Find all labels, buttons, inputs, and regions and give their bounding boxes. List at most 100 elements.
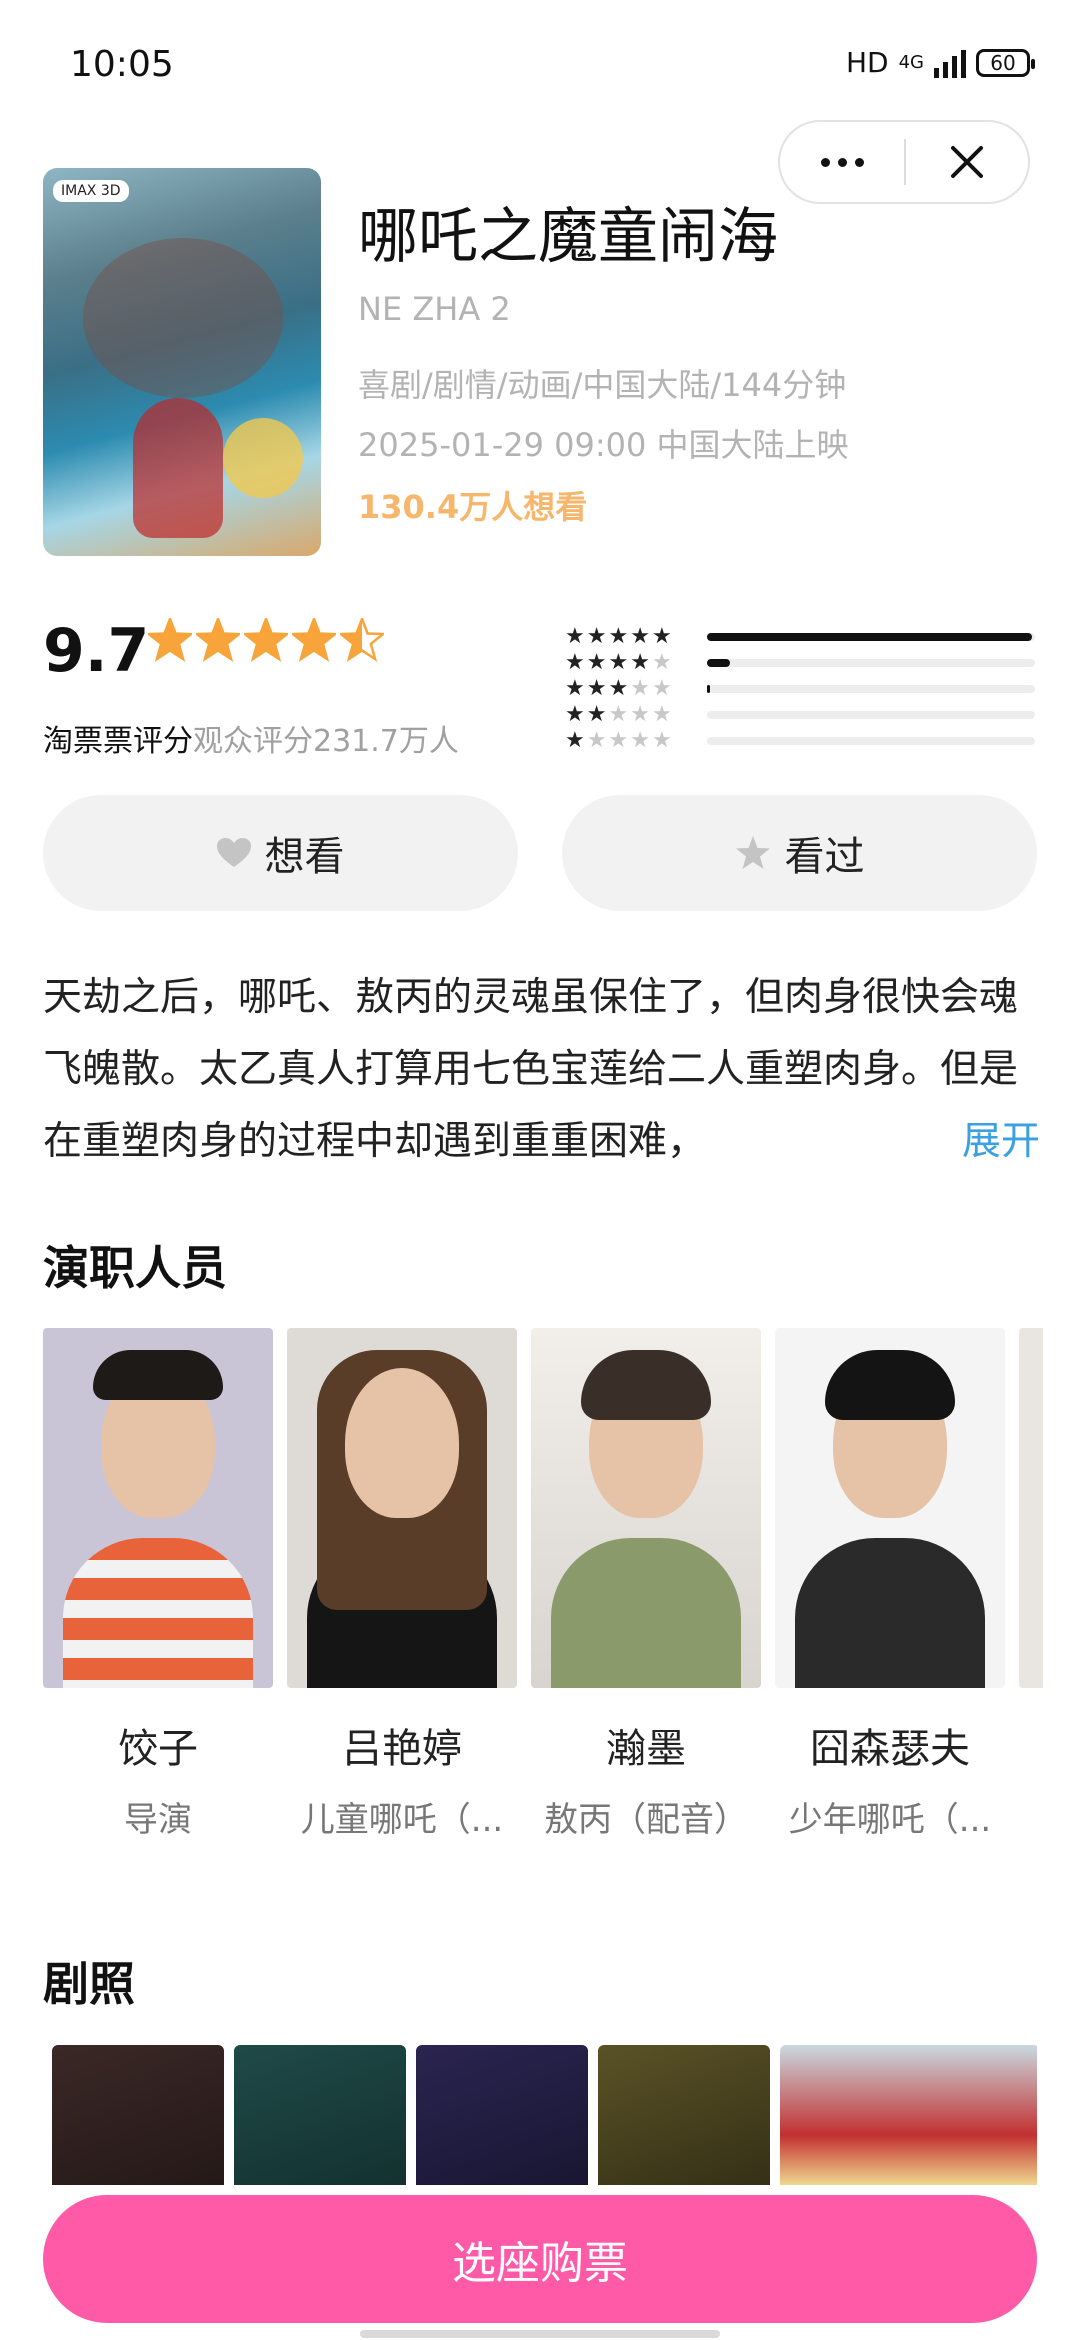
distribution-track xyxy=(707,633,1035,641)
rating-star-icon xyxy=(244,618,288,662)
mini-star-icon: ★ xyxy=(608,624,629,649)
want-count: 130.4万人想看 xyxy=(358,488,588,526)
distribution-stars: ★ ★ ★ ★ ★ xyxy=(565,704,701,726)
cast-photo xyxy=(775,1328,1005,1688)
distribution-track xyxy=(707,737,1035,745)
mini-star-icon: ★ xyxy=(586,624,607,649)
still-image[interactable] xyxy=(598,2045,770,2185)
mini-star-icon: ★ xyxy=(565,676,585,701)
want-button[interactable]: 想看 xyxy=(43,795,518,911)
distribution-stars: ★ ★ ★ ★ ★ xyxy=(565,626,701,648)
mini-star-icon: ★ xyxy=(651,728,672,753)
close-icon xyxy=(950,146,983,178)
cast-photo xyxy=(1019,1328,1043,1688)
distribution-fill xyxy=(707,633,1032,641)
mini-star-icon: ★ xyxy=(630,728,650,753)
distribution-row: ★ ★ ★ ★ ★ xyxy=(565,702,1035,728)
cast-photo xyxy=(43,1328,273,1688)
network-label: 4G xyxy=(898,52,924,73)
poster-art xyxy=(83,238,283,398)
poster-art xyxy=(223,418,303,498)
mini-star-icon: ★ xyxy=(608,728,629,753)
mini-star-icon: ★ xyxy=(608,702,629,727)
signal-icon xyxy=(934,48,966,78)
cast-card[interactable]: 吕艳婷 儿童哪吒（... xyxy=(287,1328,517,1841)
still-image[interactable] xyxy=(52,2045,224,2185)
photo-art xyxy=(551,1538,741,1688)
mini-star-icon: ★ xyxy=(565,650,585,675)
miniapp-capsule xyxy=(778,120,1030,204)
distribution-stars: ★ ★ ★ ★ ★ xyxy=(565,652,701,674)
rating-star-icon xyxy=(148,618,192,662)
stills-heading: 剧照 xyxy=(43,1957,135,2011)
watched-button[interactable]: 看过 xyxy=(562,795,1037,911)
mini-star-icon: ★ xyxy=(608,676,629,701)
photo-art xyxy=(63,1538,253,1688)
distribution-row: ★ ★ ★ ★ ★ xyxy=(565,624,1035,650)
battery-level: 60 xyxy=(990,50,1016,75)
distribution-fill xyxy=(707,685,711,693)
still-image[interactable] xyxy=(780,2045,1037,2185)
cast-name: 瀚墨 xyxy=(606,1726,686,1772)
movie-release: 2025-01-29 09:00 中国大陆上映 xyxy=(358,426,849,464)
more-button[interactable] xyxy=(780,122,904,202)
rating-distribution: ★ ★ ★ ★ ★ ★ ★ ★ ★ ★ ★ ★ ★ ★ ★ ★ ★ ★ ★ ★ ★ ★ ★ ★ ★ xyxy=(565,624,1035,754)
cast-card[interactable]: 瀚墨 敖丙（配音） xyxy=(531,1328,761,1841)
distribution-fill xyxy=(707,659,730,667)
cast-card[interactable]: 饺子 导演 xyxy=(43,1328,273,1841)
cast-list[interactable]: 饺子 导演 吕艳婷 儿童哪吒（... 瀚墨 敖丙（配音） 囧森瑟夫 少年哪吒（.… xyxy=(43,1328,1043,1848)
stills-list[interactable] xyxy=(52,2045,1037,2185)
watched-label: 看过 xyxy=(784,834,865,880)
mini-star-icon: ★ xyxy=(630,650,650,675)
photo-art xyxy=(581,1350,711,1420)
mini-star-icon: ★ xyxy=(651,650,672,675)
mini-star-icon: ★ xyxy=(630,624,650,649)
mini-star-icon: ★ xyxy=(586,650,607,675)
cast-photo xyxy=(531,1328,761,1688)
buy-ticket-button[interactable]: 选座购票 xyxy=(43,2195,1037,2323)
synopsis-text: 天劫之后，哪吒、敖丙的灵魂虽保住了，但肉身很快会魂飞魄散。太乙真人打算用七色宝莲… xyxy=(43,975,1019,1164)
poster-art xyxy=(133,398,223,538)
cast-card[interactable]: 囧森瑟夫 少年哪吒（... xyxy=(775,1328,1005,1841)
mini-star-icon: ★ xyxy=(630,676,650,701)
heart-icon xyxy=(216,838,251,867)
distribution-stars: ★ ★ ★ ★ ★ xyxy=(565,678,701,700)
cast-role: 儿童哪吒（... xyxy=(300,1800,504,1840)
want-label: 想看 xyxy=(264,834,345,880)
hd-indicator: HD xyxy=(845,46,889,79)
mini-star-icon: ★ xyxy=(630,702,650,727)
mini-star-icon: ★ xyxy=(586,702,607,727)
photo-art xyxy=(93,1350,223,1400)
expand-link[interactable]: 展开 xyxy=(936,1106,1041,1178)
cast-role: 少年哪吒（... xyxy=(788,1800,992,1840)
movie-poster[interactable]: IMAX 3D xyxy=(43,168,321,556)
star-icon xyxy=(735,836,770,869)
distribution-row: ★ ★ ★ ★ ★ xyxy=(565,676,1035,702)
photo-art xyxy=(345,1368,459,1518)
more-icon-dot xyxy=(854,157,864,167)
cast-role: 敖丙（配音） xyxy=(544,1800,748,1840)
photo-art xyxy=(825,1350,955,1420)
still-image[interactable] xyxy=(234,2045,406,2185)
rating-star-icon xyxy=(196,618,240,662)
home-indicator xyxy=(360,2330,720,2338)
rating-label: 淘票票评分观众评分231.7万人 xyxy=(43,716,459,760)
rating-audience: 观众评分231.7万人 xyxy=(193,724,459,759)
mini-star-icon: ★ xyxy=(651,624,672,649)
cast-name: 吕艳婷 xyxy=(342,1726,462,1772)
cast-card-partial[interactable] xyxy=(1019,1328,1043,1688)
cast-photo xyxy=(287,1328,517,1688)
imax-badge: IMAX 3D xyxy=(53,180,129,202)
distribution-track xyxy=(707,685,1035,693)
still-image[interactable] xyxy=(416,2045,588,2185)
cast-role: 导演 xyxy=(124,1800,192,1840)
mini-star-icon: ★ xyxy=(565,728,585,753)
rating-source: 淘票票评分 xyxy=(43,724,193,759)
movie-en-title: NE ZHA 2 xyxy=(358,290,511,328)
movie-genres: 喜剧/剧情/动画/中国大陆/144分钟 xyxy=(358,366,847,404)
rating-stars xyxy=(148,618,384,662)
rating-star-icon xyxy=(340,618,384,662)
close-button[interactable] xyxy=(906,122,1028,202)
status-bar: 10:05 HD 4G 60 xyxy=(0,0,1080,130)
distribution-row: ★ ★ ★ ★ ★ xyxy=(565,728,1035,754)
